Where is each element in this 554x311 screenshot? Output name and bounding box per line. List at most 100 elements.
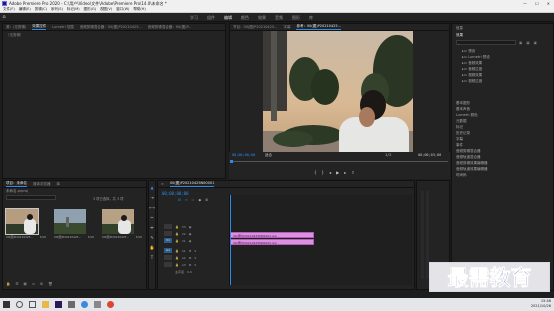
menu-view[interactable]: 视图(V): [100, 7, 112, 12]
lock-icon[interactable]: 🔒: [6, 282, 10, 286]
tab-effect-controls[interactable]: 效果控件: [32, 24, 47, 30]
program-current-timecode[interactable]: 00;00;00;00: [232, 153, 255, 157]
new-item-icon[interactable]: ⊞: [40, 282, 43, 286]
effects-folder-video-transitions[interactable]: ▸▭ 视频过渡: [462, 78, 490, 84]
track-select-tool-icon[interactable]: ⇥: [150, 195, 153, 200]
lock-icon[interactable]: 🔒: [175, 256, 179, 260]
workspace-tab-graphics[interactable]: 图形: [292, 15, 300, 21]
search-icon[interactable]: [16, 301, 23, 308]
tab-audio-clip-mixer-2[interactable]: 音频剪辑混合器：00(图)P...: [148, 25, 192, 30]
tab-source[interactable]: 源：(无剪辑): [6, 25, 26, 30]
lock-icon[interactable]: 🔒: [175, 225, 179, 229]
menu-file[interactable]: 文件(F): [3, 7, 15, 12]
master-level[interactable]: 0.0: [187, 270, 192, 274]
razor-tool-icon[interactable]: ✂: [150, 215, 153, 220]
workspace-tab-assembly[interactable]: 组件: [207, 15, 215, 21]
eye-icon[interactable]: ◉: [189, 225, 192, 229]
add-marker-icon[interactable]: ◆: [198, 198, 201, 202]
icon-view-icon[interactable]: ▦: [24, 282, 27, 286]
tab-project[interactable]: 项目：未命名: [6, 181, 27, 187]
nest-icon[interactable]: ⊟: [178, 198, 181, 202]
tab-media-browser[interactable]: 媒体浏览器: [33, 182, 51, 187]
system-tray-clock[interactable]: 15:46 2021/10/26: [531, 299, 551, 309]
file-explorer-icon[interactable]: [42, 301, 49, 308]
type-tool-icon[interactable]: T: [151, 255, 153, 260]
hand-tool-icon[interactable]: ✋: [150, 245, 155, 250]
browser-taskbar-icon[interactable]: [81, 301, 88, 308]
project-item[interactable]: 00(图)P20210425... 5;00: [54, 209, 94, 239]
tab-program[interactable]: 节目：00(图)P20210425...: [233, 25, 277, 30]
tab-audio-clip-mixer[interactable]: 音频剪辑混合器：00(图)P20210425...: [80, 25, 142, 30]
solo-icon[interactable]: S: [194, 249, 196, 253]
lock-icon[interactable]: 🔒: [175, 232, 179, 236]
project-search-input[interactable]: [6, 195, 56, 200]
source-patch-v1[interactable]: V1: [164, 238, 172, 243]
source-patch-v2[interactable]: [164, 231, 172, 236]
workspace-tab-audio[interactable]: 音频: [275, 15, 283, 21]
source-patch-a3[interactable]: [164, 262, 172, 267]
quality-dropdown[interactable]: 1/2: [385, 153, 391, 157]
trash-icon[interactable]: 🗑: [48, 282, 52, 286]
effects-search-input[interactable]: ⌕: [456, 40, 516, 46]
source-patch-v3[interactable]: [164, 224, 172, 229]
workspace-tab-learn[interactable]: 学习: [190, 15, 198, 21]
step-back-icon[interactable]: ◂: [329, 170, 331, 175]
tab-reference[interactable]: 参考：00(图)P20210425...: [296, 24, 341, 30]
close-icon[interactable]: ×: [161, 182, 164, 186]
workspace-tab-editing[interactable]: 编辑: [224, 15, 232, 21]
eye-icon[interactable]: ◉: [189, 232, 192, 236]
accelerated-filter-icon[interactable]: ▣: [519, 41, 522, 45]
snap-icon[interactable]: ∩: [185, 198, 188, 202]
source-patch-a2[interactable]: [164, 255, 172, 260]
menu-clip[interactable]: 剪辑(C): [35, 7, 47, 12]
tab-sequence[interactable]: 00(图)P20210425N00001: [169, 181, 215, 187]
menu-marker[interactable]: 标记(M): [67, 7, 80, 12]
new-bin-icon[interactable]: ▭: [32, 282, 35, 286]
info-panel-title[interactable]: 信息: [456, 26, 463, 31]
chrome-taskbar-icon[interactable]: [107, 301, 114, 308]
timeline-clip[interactable]: 00(图)P20210425N00001.jpg: [230, 232, 314, 238]
solo-icon[interactable]: S: [194, 263, 196, 267]
list-view-icon[interactable]: ☰: [15, 282, 18, 286]
lock-icon[interactable]: 🔒: [175, 239, 179, 243]
home-icon[interactable]: ⌂: [0, 13, 8, 22]
tab-libraries[interactable]: 库: [57, 182, 61, 187]
eye-icon[interactable]: ◉: [189, 239, 192, 243]
tab-lumetri-scopes[interactable]: Lumetri 范围: [52, 25, 74, 30]
section-timecode[interactable]: 时间码: [456, 172, 488, 178]
selection-tool-icon[interactable]: ▲: [150, 185, 153, 190]
timeline-playhead[interactable]: [230, 195, 231, 285]
menu-help[interactable]: 帮助(H): [133, 7, 145, 12]
maximize-icon[interactable]: ☐: [535, 1, 539, 6]
pen-tool-icon[interactable]: ✎: [150, 235, 153, 240]
lock-icon[interactable]: 🔒: [175, 263, 179, 267]
windows-start-icon[interactable]: [3, 301, 10, 308]
minimize-icon[interactable]: —: [523, 1, 527, 6]
mark-out-icon[interactable]: }: [322, 170, 325, 175]
menu-graphics[interactable]: 图形(G): [84, 7, 96, 12]
timeline-timecode[interactable]: 00;00;00;00: [162, 191, 189, 196]
project-item[interactable]: 00(图)P20210425... 5;00: [102, 209, 142, 239]
mute-icon[interactable]: M: [189, 249, 192, 253]
mute-icon[interactable]: M: [189, 263, 192, 267]
task-view-icon[interactable]: [29, 301, 36, 308]
workspace-tab-effects[interactable]: 效果: [258, 15, 266, 21]
slip-tool-icon[interactable]: ⇹: [150, 225, 153, 230]
mail-taskbar-icon[interactable]: [94, 301, 101, 308]
workspace-tab-color[interactable]: 颜色: [241, 15, 249, 21]
linked-selection-icon[interactable]: ⊂: [192, 198, 195, 202]
source-patch-a1[interactable]: A1: [164, 248, 172, 253]
play-icon[interactable]: ▶: [336, 170, 339, 175]
ripple-edit-tool-icon[interactable]: ⟷: [149, 205, 155, 210]
yuv-filter-icon[interactable]: ▣: [534, 41, 537, 45]
menu-edit[interactable]: 编辑(E): [19, 7, 31, 12]
effects-panel-title[interactable]: 效果: [456, 33, 463, 38]
program-scrub-bar[interactable]: [230, 160, 448, 165]
menu-window[interactable]: 窗口(W): [116, 7, 129, 12]
step-forward-icon[interactable]: ▸: [344, 170, 346, 175]
32bit-filter-icon[interactable]: ▣: [526, 41, 529, 45]
close-icon[interactable]: ✕: [547, 1, 550, 6]
timeline-tracks-area[interactable]: 00(图)P20210425N00001.jpg 00(图)P20210425N…: [229, 195, 412, 285]
program-playhead[interactable]: [230, 160, 233, 163]
menu-sequence[interactable]: 序列(S): [51, 7, 63, 12]
